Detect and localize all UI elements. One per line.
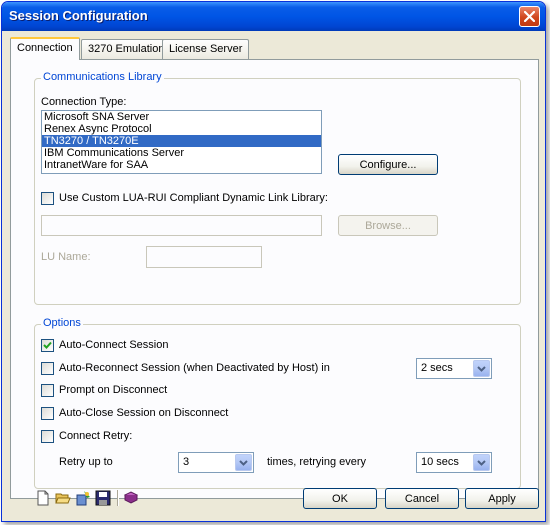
retry-count-value: 3 — [183, 456, 190, 468]
tab-3270-emulation[interactable]: 3270 Emulation — [81, 39, 172, 59]
configure-button-label: Configure... — [359, 158, 417, 171]
list-item[interactable]: IBM Communications Server — [42, 147, 321, 159]
tab-license-server-label: License Server — [169, 43, 243, 55]
auto-close-checkbox[interactable] — [41, 407, 54, 420]
auto-reconnect-checkbox[interactable] — [41, 362, 54, 375]
auto-reconnect-interval-select[interactable]: 2 secs — [416, 358, 492, 379]
auto-reconnect-interval-value: 2 secs — [421, 362, 453, 374]
tab-connection-label: Connection — [17, 42, 73, 54]
browse-button-label: Browse... — [365, 219, 411, 232]
window-title: Session Configuration — [9, 8, 148, 23]
session-configuration-dialog: Session Configuration Connection 3270 Em… — [1, 1, 546, 522]
configure-button[interactable]: Configure... — [338, 154, 438, 175]
ok-button[interactable]: OK — [303, 488, 377, 509]
retry-up-to-label: Retry up to — [59, 456, 113, 468]
connect-retry-label[interactable]: Connect Retry: — [59, 430, 132, 442]
tab-license-server[interactable]: License Server — [162, 39, 250, 59]
custom-dll-label[interactable]: Use Custom LUA-RUI Compliant Dynamic Lin… — [59, 192, 328, 204]
import-wizard-icon[interactable] — [75, 490, 91, 506]
tab-3270-emulation-label: 3270 Emulation — [88, 43, 165, 55]
close-icon — [524, 11, 535, 22]
communications-library-group: Communications Library Connection Type: … — [34, 71, 521, 305]
retry-count-select[interactable]: 3 — [178, 452, 254, 473]
custom-dll-checkbox[interactable] — [41, 192, 54, 205]
close-button[interactable] — [519, 6, 540, 27]
auto-close-label[interactable]: Auto-Close Session on Disconnect — [59, 407, 228, 419]
connect-retry-checkbox[interactable] — [41, 430, 54, 443]
dropdown-arrow[interactable] — [473, 360, 490, 377]
chevron-down-icon — [477, 365, 486, 372]
title-bar[interactable]: Session Configuration — [2, 2, 545, 31]
browse-button[interactable]: Browse... — [338, 215, 438, 236]
cancel-button-label: Cancel — [404, 492, 440, 505]
new-document-icon[interactable] — [35, 490, 51, 506]
retry-interval-select[interactable]: 10 secs — [416, 452, 492, 473]
retry-interval-value: 10 secs — [421, 456, 459, 468]
auto-connect-label[interactable]: Auto-Connect Session — [59, 339, 168, 351]
options-group: Options Auto-Connect Session Auto-Reconn… — [34, 317, 521, 489]
connection-tab-panel: Communications Library Connection Type: … — [10, 59, 539, 499]
list-item[interactable]: IntranetWare for SAA — [42, 159, 321, 171]
communications-library-legend: Communications Library — [41, 71, 164, 83]
prompt-disconnect-checkbox[interactable] — [41, 384, 54, 397]
chevron-down-icon — [477, 459, 486, 466]
chevron-down-icon — [239, 459, 248, 466]
open-folder-icon[interactable] — [55, 490, 71, 506]
list-item[interactable]: Microsoft SNA Server — [42, 111, 321, 123]
dropdown-arrow[interactable] — [473, 454, 490, 471]
toolbar-separator — [117, 490, 119, 506]
list-item[interactable]: Renex Async Protocol — [42, 123, 321, 135]
dialog-body: Connection 3270 Emulation License Server… — [5, 31, 542, 518]
lu-name-label: LU Name: — [41, 251, 91, 263]
times-retrying-label: times, retrying every — [267, 456, 367, 468]
options-legend: Options — [41, 317, 83, 329]
prompt-disconnect-label[interactable]: Prompt on Disconnect — [59, 384, 167, 396]
checkmark-icon — [43, 341, 52, 349]
apply-button-label: Apply — [488, 492, 516, 505]
save-icon[interactable] — [95, 490, 111, 506]
auto-connect-checkbox[interactable] — [41, 339, 54, 352]
dropdown-arrow[interactable] — [235, 454, 252, 471]
lu-name-field[interactable] — [146, 246, 262, 268]
tab-connection[interactable]: Connection — [10, 37, 80, 60]
apply-button[interactable]: Apply — [465, 488, 539, 509]
list-item-selected[interactable]: TN3270 / TN3270E — [42, 135, 321, 147]
connection-type-label: Connection Type: — [41, 96, 127, 108]
help-book-icon[interactable] — [123, 490, 139, 506]
dll-path-field[interactable] — [41, 215, 322, 236]
cancel-button[interactable]: Cancel — [385, 488, 459, 509]
connection-type-list[interactable]: Microsoft SNA Server Renex Async Protoco… — [41, 110, 322, 174]
auto-reconnect-label[interactable]: Auto-Reconnect Session (when Deactivated… — [59, 362, 330, 374]
ok-button-label: OK — [332, 492, 348, 505]
